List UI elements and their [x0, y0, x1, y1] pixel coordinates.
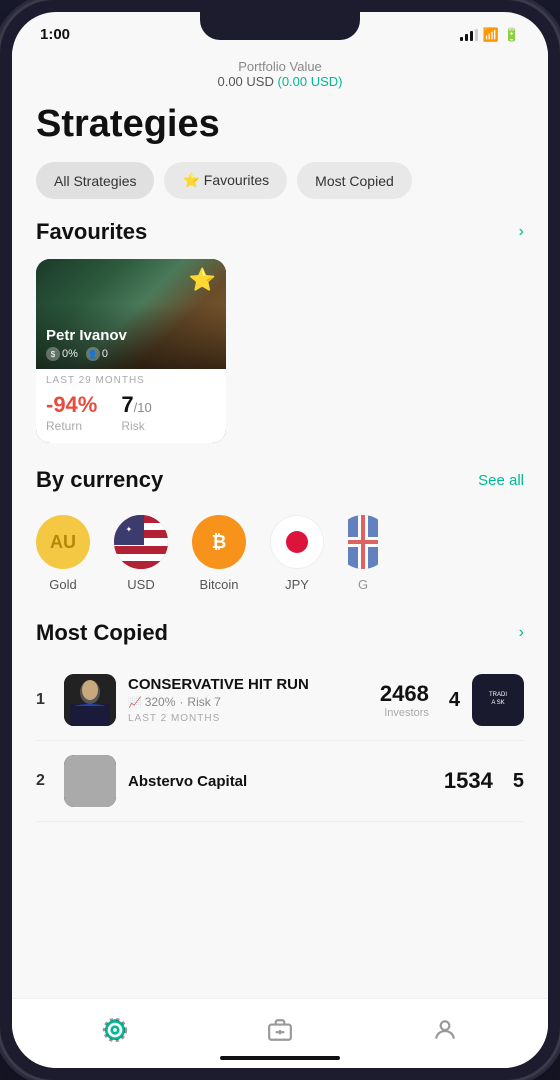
profit-stat: $ 0%	[46, 347, 78, 361]
copied-info-1: CONSERVATIVE HIT RUN 📈 320% · Risk 7 LAS…	[128, 676, 368, 724]
see-all-link[interactable]: See all	[478, 472, 524, 489]
btc-label: Bitcoin	[199, 577, 238, 592]
most-copied-header: Most Copied ›	[12, 620, 548, 660]
copied-item-1[interactable]: 1	[36, 660, 524, 741]
currency-usd[interactable]: ✦ USD	[114, 515, 168, 592]
signal-bars-icon	[460, 29, 478, 41]
strategy-name-2: Abstervo Capital	[128, 773, 432, 790]
strategy-name-1: CONSERVATIVE HIT RUN	[128, 676, 368, 693]
nav-strategies[interactable]	[99, 1014, 131, 1046]
home-indicator	[220, 1056, 340, 1060]
btc-icon: ₿	[192, 515, 246, 569]
investors-label-1: Investors	[380, 707, 429, 719]
currency-gbp[interactable]: G	[348, 515, 378, 592]
briefcase-icon	[264, 1014, 296, 1046]
rank-right-2: 5	[513, 770, 524, 793]
favourite-star-icon: ⭐	[189, 267, 216, 293]
card-image: ⭐ Petr Ivanov $ 0% 👤 0	[36, 259, 226, 369]
thumb-text-1: TRADIA SK	[486, 689, 510, 711]
currency-btc[interactable]: ₿ Bitcoin	[192, 515, 246, 592]
favourites-title: Favourites	[36, 219, 147, 245]
chevron-right-most-copied-icon: ›	[519, 624, 524, 642]
portfolio-value: 0.00 USD (0.00 USD)	[32, 74, 528, 89]
wifi-icon: 📶	[483, 27, 499, 43]
by-currency-title: By currency	[36, 467, 163, 493]
currency-jpy[interactable]: JPY	[270, 515, 324, 592]
favourites-list: ⭐ Petr Ivanov $ 0% 👤 0	[12, 259, 548, 467]
strategies-icon	[99, 1014, 131, 1046]
favourites-see-more[interactable]: ›	[519, 223, 524, 241]
battery-icon: 🔋	[504, 27, 520, 43]
investors-count-2: 1534	[444, 768, 493, 794]
trend-icon: 📈	[128, 696, 142, 709]
avatar-1	[64, 674, 116, 726]
copied-period-1: LAST 2 MONTHS	[128, 713, 368, 724]
usd-flag-icon: ✦	[114, 515, 168, 569]
investors-stat: 👤 0	[86, 347, 108, 361]
most-copied-title: Most Copied	[36, 620, 168, 646]
currency-gold[interactable]: AU Gold	[36, 515, 90, 592]
nav-portfolio[interactable]	[264, 1014, 296, 1046]
thumb-1: TRADIA SK	[472, 674, 524, 726]
chevron-right-icon: ›	[519, 223, 524, 241]
scroll-content: Portfolio Value 0.00 USD (0.00 USD) Stra…	[12, 49, 548, 1045]
jpy-flag-icon	[270, 515, 324, 569]
card-info: Petr Ivanov $ 0% 👤 0	[46, 327, 127, 361]
page-title: Strategies	[12, 95, 548, 162]
phone-screen: 1:00 📶 🔋 Portfolio Value 0.00 USD (0.0	[12, 12, 548, 1068]
jpy-label: JPY	[285, 577, 309, 592]
most-copied-see-more[interactable]: ›	[519, 624, 524, 642]
card-stats: $ 0% 👤 0	[46, 347, 127, 361]
by-currency-header: By currency See all	[12, 467, 548, 507]
investors-1: 2468 Investors	[380, 681, 429, 719]
phone-frame: 1:00 📶 🔋 Portfolio Value 0.00 USD (0.0	[0, 0, 560, 1080]
filter-tabs: All Strategies ⭐ Favourites Most Copied	[12, 162, 548, 219]
risk-value: 7/10	[121, 392, 151, 418]
copied-item-2[interactable]: 2 Abstervo Capital 1534 5	[36, 741, 524, 822]
copied-list: 1	[12, 660, 548, 822]
risk-metric: 7/10 Risk	[121, 392, 151, 433]
person-icon: 👤	[86, 347, 100, 361]
portfolio-change: (0.00 USD)	[277, 74, 342, 89]
return-label: Return	[46, 419, 97, 433]
rank-1: 1	[36, 691, 52, 709]
portfolio-header: Portfolio Value 0.00 USD (0.00 USD)	[12, 49, 548, 95]
risk-label: Risk	[121, 419, 151, 433]
investors-count-1: 2468	[380, 681, 429, 707]
user-icon	[429, 1014, 461, 1046]
favourites-section-header: Favourites ›	[12, 219, 548, 259]
usd-label: USD	[127, 577, 154, 592]
bottom-nav	[12, 998, 548, 1068]
rank-2: 2	[36, 772, 52, 790]
return-value: -94%	[46, 392, 97, 418]
status-icons: 📶 🔋	[460, 27, 520, 43]
return-metric: -94% Return	[46, 392, 97, 433]
avatar-2	[64, 755, 116, 807]
currency-list: AU Gold	[12, 507, 548, 600]
strategy-name: Petr Ivanov	[46, 327, 127, 344]
gold-label: Gold	[49, 577, 76, 592]
tab-most-copied[interactable]: Most Copied	[297, 162, 412, 199]
copied-info-2: Abstervo Capital	[128, 773, 432, 790]
card-period: LAST 29 MONTHS	[36, 369, 226, 388]
investors-2: 1534	[444, 768, 493, 794]
dollar-icon: $	[46, 347, 60, 361]
strategy-card[interactable]: ⭐ Petr Ivanov $ 0% 👤 0	[36, 259, 226, 443]
status-time: 1:00	[40, 26, 70, 43]
gbp-label: G	[358, 577, 368, 592]
card-metrics: -94% Return 7/10 Risk	[36, 388, 226, 443]
notch	[200, 12, 360, 40]
nav-profile[interactable]	[429, 1014, 461, 1046]
most-copied-section: Most Copied › 1	[12, 620, 548, 842]
tab-favourites[interactable]: ⭐ Favourites	[164, 162, 287, 199]
copied-sub-1: 📈 320% · Risk 7	[128, 695, 368, 709]
rank-right-1: 4	[449, 689, 460, 712]
gold-icon: AU	[36, 515, 90, 569]
tab-all-strategies[interactable]: All Strategies	[36, 162, 154, 199]
gbp-flag-icon	[348, 515, 378, 569]
portfolio-label: Portfolio Value	[32, 59, 528, 74]
see-all-label: See all	[478, 472, 524, 489]
by-currency-section: By currency See all AU Gold	[12, 467, 548, 620]
